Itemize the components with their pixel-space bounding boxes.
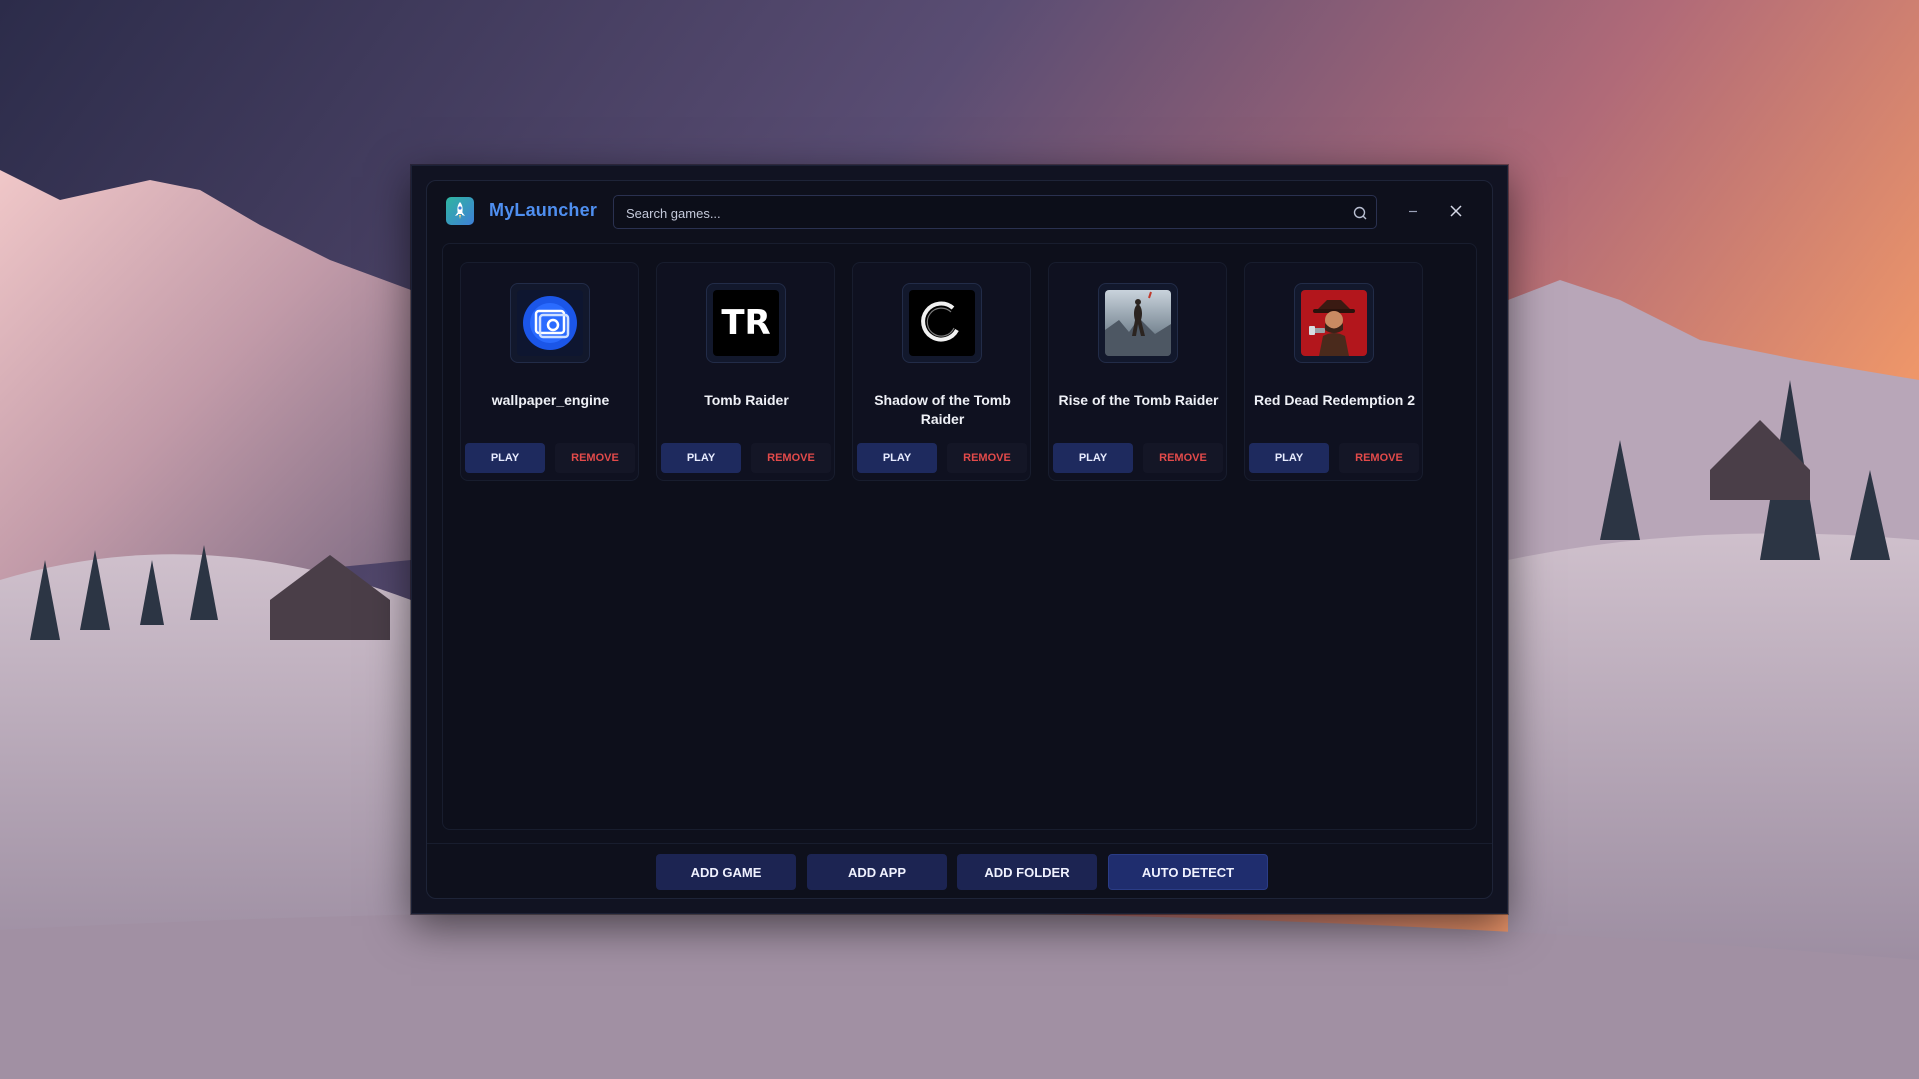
game-icon-frame [1294,283,1374,363]
add-game-button[interactable]: ADD GAME [656,854,796,890]
tomb-raider-icon-text: TR [721,303,770,343]
game-title: Tomb Raider [704,392,789,408]
minimize-button[interactable] [1399,197,1427,225]
search-box[interactable] [613,195,1377,230]
title-bar: MyLauncher [427,181,1492,243]
game-card: wallpaper_engine PLAY REMOVE [460,262,639,481]
footer-toolbar: ADD GAME ADD APP ADD FOLDER AUTO DETECT [427,843,1492,900]
game-title: Shadow of the Tomb Raider [874,392,1011,427]
game-card: TR Tomb Raider PLAY REMOVE [656,262,835,481]
game-grid: wallpaper_engine PLAY REMOVE TR Tomb Rai… [460,262,1423,481]
game-icon-frame: TR [706,283,786,363]
play-button[interactable]: PLAY [1053,443,1133,473]
add-folder-button[interactable]: ADD FOLDER [957,854,1097,890]
play-button[interactable]: PLAY [661,443,741,473]
game-title: Red Dead Redemption 2 [1253,392,1416,408]
rise-of-the-tomb-raider-icon [1105,290,1171,356]
close-button[interactable] [1442,197,1470,225]
remove-button[interactable]: REMOVE [555,443,635,473]
add-app-button[interactable]: ADD APP [807,854,947,890]
wallpaper-engine-icon [517,290,583,356]
red-dead-redemption-2-icon [1301,290,1367,356]
search-input[interactable] [624,196,1328,230]
play-button[interactable]: PLAY [857,443,937,473]
minimize-icon [1409,210,1417,213]
remove-button[interactable]: REMOVE [947,443,1027,473]
game-icon-frame [1098,283,1178,363]
auto-detect-button[interactable]: AUTO DETECT [1108,854,1268,890]
game-library: wallpaper_engine PLAY REMOVE TR Tomb Rai… [442,243,1477,830]
rocket-icon [446,197,474,225]
remove-button[interactable]: REMOVE [1339,443,1419,473]
launcher-window: MyLauncher Search games... wallpaper_eng… [411,165,1508,914]
game-title: Rise of the Tomb Raider [1058,392,1219,408]
tomb-raider-icon: TR [713,290,779,356]
game-card: Rise of the Tomb Raider PLAY REMOVE [1048,262,1227,481]
game-icon-frame [902,283,982,363]
close-icon [1450,205,1462,217]
game-card: Red Dead Redemption 2 PLAY REMOVE [1244,262,1423,481]
shadow-of-the-tomb-raider-icon [909,290,975,356]
game-title: wallpaper_engine [491,392,610,408]
remove-button[interactable]: REMOVE [751,443,831,473]
game-card: Shadow of the Tomb Raider PLAY REMOVE [852,262,1031,481]
search-icon[interactable] [1352,205,1368,221]
play-button[interactable]: PLAY [465,443,545,473]
app-title: MyLauncher [489,200,598,220]
remove-button[interactable]: REMOVE [1143,443,1223,473]
launcher-panel: MyLauncher Search games... wallpaper_eng… [426,180,1493,899]
game-icon-frame [510,283,590,363]
play-button[interactable]: PLAY [1249,443,1329,473]
